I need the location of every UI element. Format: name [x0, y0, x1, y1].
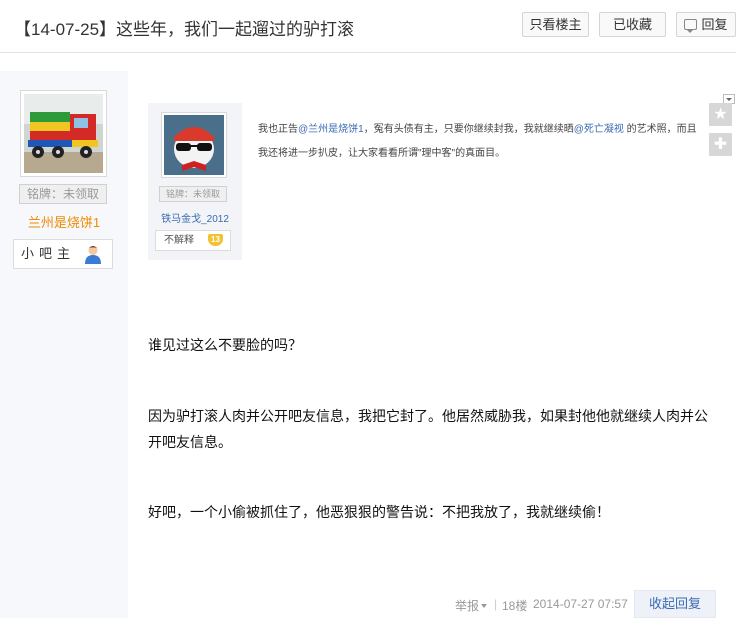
post-timestamp: 2014-07-27 07:57: [533, 597, 628, 611]
user-icon: [83, 244, 103, 274]
only-owner-button[interactable]: 只看楼主: [522, 12, 589, 37]
post-paragraph: 谁见过这么不要脸的吗？: [148, 337, 302, 353]
quoted-text-part: ，冤有头债有主，只要你继续封我，我就继续晒: [363, 124, 574, 135]
author-role-label: 小吧主: [21, 246, 76, 261]
collapse-replies-button[interactable]: 收起回复: [634, 590, 716, 618]
lego-truck-avatar-image: [24, 94, 103, 173]
reply-button-label: 回复: [701, 17, 728, 32]
floor-number: 18楼: [502, 599, 528, 613]
post-paragraph: 因为驴打滚人肉并公开吧友信息，我把它封了。他居然威胁我，如果封他他就继续人肉并公…: [148, 408, 708, 450]
quoted-mention: @死亡凝视: [573, 124, 624, 135]
quoted-mention: @兰州是烧饼1: [298, 124, 364, 135]
quoted-text-part: 我也正告: [258, 124, 298, 135]
footer-separator: |: [494, 597, 498, 611]
caret-down-icon: [481, 604, 488, 608]
report-link[interactable]: 举报: [455, 597, 488, 614]
quoted-user-avatar: [161, 112, 227, 178]
author-avatar[interactable]: [20, 90, 107, 177]
quoted-post-text: 我也正告@兰州是烧饼1，冤有头债有主，只要你继续封我，我就继续晒@死亡凝视 的艺…: [258, 118, 698, 166]
quoted-nameplate-badge: 铭牌：未领取: [159, 186, 227, 202]
favorited-button[interactable]: 已收藏: [599, 12, 666, 37]
thread-header: 【14-07-25】这些年，我们一起遛过的驴打滚 只看楼主 已收藏 回复: [0, 0, 736, 53]
quoted-tag-label: 不解释: [164, 235, 194, 246]
report-label: 举报: [455, 599, 480, 613]
thread-title: 【14-07-25】这些年，我们一起遛过的驴打滚: [14, 20, 355, 39]
level-badge-icon: 13: [208, 234, 223, 246]
author-nameplate-badge[interactable]: 铭牌：未领取: [19, 184, 107, 204]
reply-button[interactable]: 回复: [676, 12, 736, 37]
author-role-badge: 小吧主: [13, 239, 113, 269]
author-username[interactable]: 兰州是烧饼1: [0, 212, 128, 231]
quoted-user-tag: 不解释 13: [155, 230, 231, 251]
quoted-username: 铁马金戈_2012: [161, 214, 229, 225]
comment-icon: [684, 19, 698, 33]
post-paragraph: 好吧，一个小偷被抓住了，他恶狠狠的警告说：不把我放了，我就继续偷！: [148, 504, 610, 520]
plus-icon[interactable]: ✚: [709, 133, 732, 156]
cat-avatar-image: [164, 115, 224, 175]
star-icon[interactable]: ★: [709, 103, 732, 126]
